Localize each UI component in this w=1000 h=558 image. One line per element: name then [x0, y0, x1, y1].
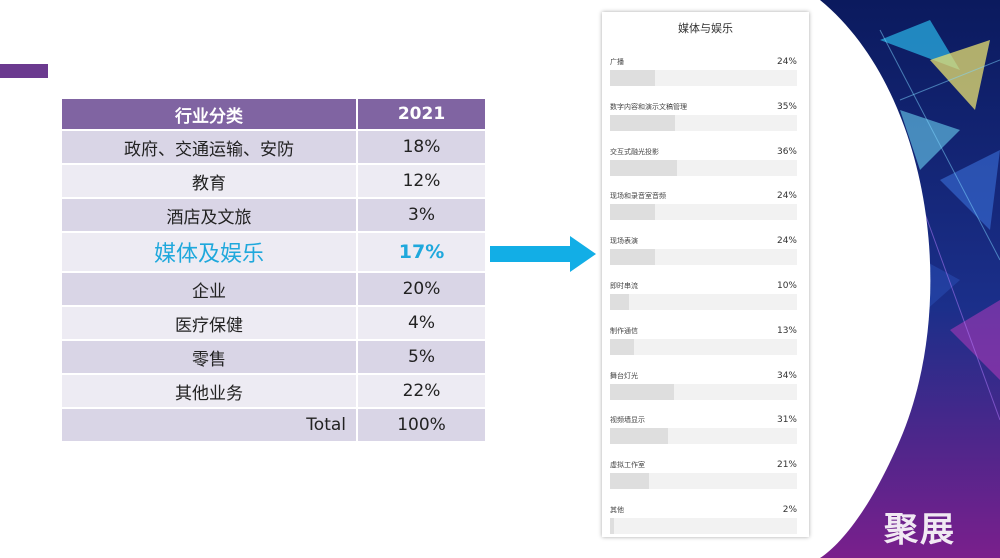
row-category: 教育: [60, 163, 358, 199]
bar-category-label: 虚拟工作室: [610, 461, 645, 470]
row-value: 20%: [356, 271, 487, 307]
bar-category-label: 数字内容和演示文稿管理: [610, 102, 687, 111]
bar-category-label: 舞台灯光: [610, 371, 638, 380]
bar-track: [610, 249, 797, 266]
row-value: 18%: [356, 129, 487, 165]
bar-category-label: 现场和录音室音频: [610, 192, 666, 201]
bar-value-label: 13%: [776, 325, 797, 336]
table-row-total: Total 100%: [60, 407, 487, 443]
row-value: 22%: [356, 373, 487, 409]
bar: [610, 383, 674, 400]
bar: [610, 159, 678, 176]
bar: [610, 294, 629, 310]
bar: [610, 428, 668, 445]
bar-value-label: 24%: [776, 57, 797, 67]
row-value: 3%: [356, 197, 487, 233]
bar: [610, 114, 676, 131]
bar-category-label: 视频墙显示: [610, 416, 645, 425]
bar-value-label: 2%: [782, 505, 797, 515]
table-row-highlighted: 媒体及娱乐 17%: [60, 231, 487, 273]
row-category: 媒体及娱乐: [60, 231, 358, 273]
survey-chart-panel: 媒体与娱乐 广播 24% 数字内容和演示文稿管理 35% 交互式融光投影 36% 现场和录音…: [602, 12, 809, 537]
bar-item: 舞台灯光 34%: [602, 371, 809, 411]
row-value: 17%: [356, 231, 487, 273]
bar: [610, 204, 655, 221]
bar: [610, 249, 655, 266]
accent-bar: [0, 64, 48, 78]
table-row: 零售 5%: [60, 339, 487, 375]
bar-item: 现场表演 24%: [602, 236, 809, 276]
bar-track: [610, 70, 797, 86]
row-category: 医疗保健: [60, 305, 358, 341]
bar-item: 制作通信 13%: [602, 326, 809, 366]
header-year: 2021: [356, 97, 487, 131]
bar-track: [610, 473, 797, 490]
bar-value-label: 35%: [776, 101, 797, 112]
bar-track: [610, 114, 797, 131]
table-row: 企业 20%: [60, 271, 487, 307]
bar-item: 交互式融光投影 36%: [602, 147, 809, 187]
bar-value-label: 24%: [776, 191, 797, 202]
bar-value-label: 34%: [776, 370, 797, 381]
bar-item: 现场和录音室音频 24%: [602, 191, 809, 231]
bar-item: 广播 24%: [602, 57, 809, 97]
bar-item: 其他 2%: [602, 505, 809, 545]
row-category: 政府、交通运输、安防: [60, 129, 358, 165]
bar: [610, 473, 650, 490]
bar-category-label: 即时串流: [610, 282, 638, 290]
header-category: 行业分类: [60, 97, 358, 131]
bar-chart: 广播 24% 数字内容和演示文稿管理 35% 交互式融光投影 36% 现场和录音室音频 24%…: [602, 12, 809, 537]
table-row: 教育 12%: [60, 163, 487, 199]
arrow-right-icon: [490, 236, 596, 272]
bar-category-label: 广播: [610, 58, 624, 66]
bar-item: 数字内容和演示文稿管理 35%: [602, 102, 809, 142]
row-value: 100%: [356, 407, 487, 443]
bar-track: [610, 159, 797, 176]
row-category: 企业: [60, 271, 358, 307]
table-row: 医疗保健 4%: [60, 305, 487, 341]
row-category: 零售: [60, 339, 358, 375]
bar-track: [610, 204, 797, 221]
row-category: 其他业务: [60, 373, 358, 409]
bar-track: [610, 383, 797, 400]
bar: [610, 518, 614, 534]
bar-category-label: 其他: [610, 506, 624, 514]
logo: 聚展: [884, 510, 956, 550]
bar-category-label: 制作通信: [610, 326, 638, 335]
bar-track: [610, 428, 797, 445]
bar-category-label: 现场表演: [610, 237, 638, 246]
row-value: 4%: [356, 305, 487, 341]
bar-item: 虚拟工作室 21%: [602, 460, 809, 500]
row-value: 12%: [356, 163, 487, 199]
bar-item: 即时串流 10%: [602, 281, 809, 321]
row-category: 酒店及文旅: [60, 197, 358, 233]
bar-value-label: 36%: [776, 146, 797, 157]
bar: [610, 70, 655, 86]
row-category: Total: [60, 407, 358, 443]
bar-category-label: 交互式融光投影: [610, 147, 659, 156]
bar-value-label: 10%: [776, 281, 797, 291]
bar-track: [610, 294, 797, 310]
bar-track: [610, 338, 797, 355]
table-row: 酒店及文旅 3%: [60, 197, 487, 233]
table-row: 其他业务 22%: [60, 373, 487, 409]
bar: [610, 338, 635, 355]
bar-value-label: 24%: [776, 236, 797, 247]
bar-item: 视频墙显示 31%: [602, 415, 809, 455]
bar-track: [610, 518, 797, 534]
bar-value-label: 21%: [776, 460, 797, 471]
industry-share-table: 行业分类 2021 政府、交通运输、安防 18% 教育 12% 酒店及文旅 3%…: [60, 97, 487, 443]
bar-value-label: 31%: [776, 415, 797, 426]
table-row: 政府、交通运输、安防 18%: [60, 129, 487, 165]
row-value: 5%: [356, 339, 487, 375]
